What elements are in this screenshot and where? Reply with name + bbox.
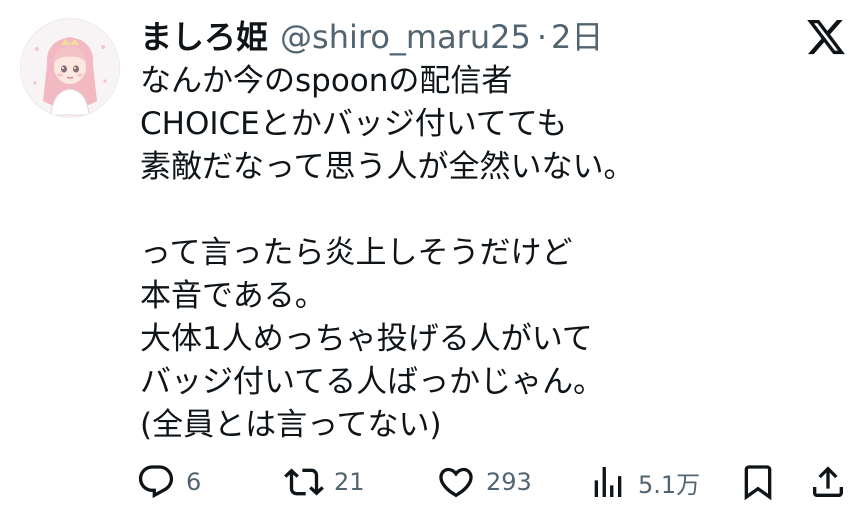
views-count: 5.1万 [638,470,701,499]
separator-dot: · [536,18,547,56]
heart-icon [439,467,473,498]
retweet-count: 21 [334,468,365,496]
avatar-illustration [21,19,119,117]
tweet-header: ましろ姫 @shiro_maru25 · 2日 [140,14,603,60]
retweet-button[interactable]: 21 [284,459,365,505]
bookmark-button[interactable] [738,459,778,505]
tweet-text: なんか今のspoonの配信者 CHOICEとかバッジ付いてても 素敵だなって思う… [140,63,635,443]
like-count: 293 [486,468,532,496]
retweet-icon [284,468,324,496]
action-bar: 6 21 293 5.1万 [136,459,848,505]
handle[interactable]: @shiro_maru25 [280,14,531,60]
share-icon [813,466,843,497]
bookmark-icon [744,465,772,501]
views-button[interactable]: 5.1万 [588,459,700,505]
like-button[interactable]: 293 [436,459,532,505]
reply-button[interactable]: 6 [136,459,201,505]
reply-count: 6 [186,468,202,496]
share-button[interactable] [808,459,848,505]
tweet-card: ましろ姫 @shiro_maru25 · 2日 なんか今のspoonの配信者 C… [0,0,865,528]
reply-icon [138,465,174,499]
avatar[interactable] [20,18,120,118]
views-icon [594,467,622,497]
display-name[interactable]: ましろ姫 [140,14,268,60]
x-logo-icon[interactable] [804,16,848,58]
timestamp[interactable]: 2日 [551,14,603,60]
